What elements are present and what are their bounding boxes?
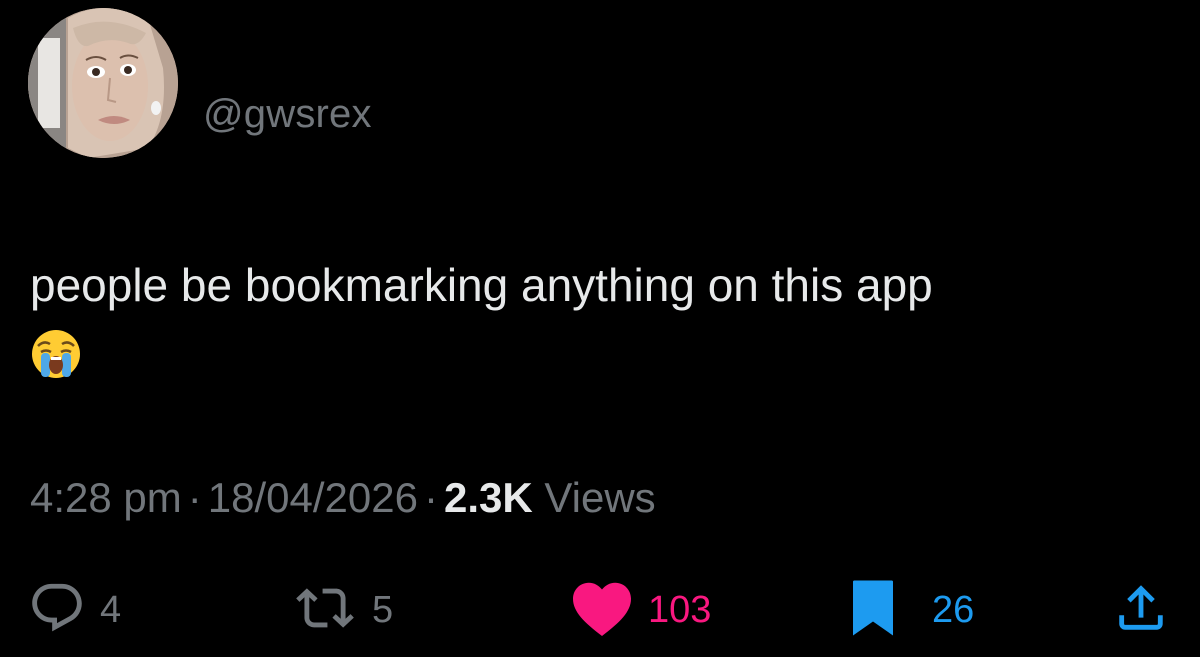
tweet-meta: 4:28 pm · 18/04/2026 · 2.3K Views [30, 474, 656, 522]
avatar-image [28, 8, 178, 158]
tweet-date[interactable]: 18/04/2026 [208, 474, 418, 521]
like-count: 103 [648, 588, 712, 631]
tweet-time[interactable]: 4:28 pm [30, 474, 182, 521]
meta-separator: · [187, 474, 202, 521]
reply-count: 4 [100, 588, 122, 631]
meta-separator: · [423, 474, 438, 521]
bookmark-count: 26 [932, 588, 975, 631]
reply-icon [28, 579, 86, 642]
loudly-crying-face-emoji-icon [30, 328, 82, 380]
views-count: 2.3K [443, 474, 533, 521]
share-button[interactable] [1112, 575, 1170, 645]
heart-icon [570, 579, 634, 642]
share-icon [1112, 579, 1170, 642]
avatar[interactable] [28, 8, 178, 158]
views-label: Views [544, 474, 656, 521]
bookmark-button[interactable]: 26 [848, 575, 974, 645]
bookmark-icon [848, 578, 898, 643]
user-handle[interactable]: @gwsrex [203, 92, 372, 137]
retweet-button[interactable]: 5 [292, 575, 393, 645]
retweet-count: 5 [372, 588, 394, 631]
tweet-body: people be bookmarking anything on this a… [30, 259, 933, 311]
action-bar: 4 5 103 26 [0, 575, 1200, 645]
like-button[interactable]: 103 [570, 575, 711, 645]
reply-button[interactable]: 4 [28, 575, 121, 645]
retweet-icon [292, 579, 358, 642]
tweet-text: people be bookmarking anything on this a… [30, 253, 1180, 381]
tweet: @gwsrex people be bookmarking anything o… [0, 0, 1200, 657]
